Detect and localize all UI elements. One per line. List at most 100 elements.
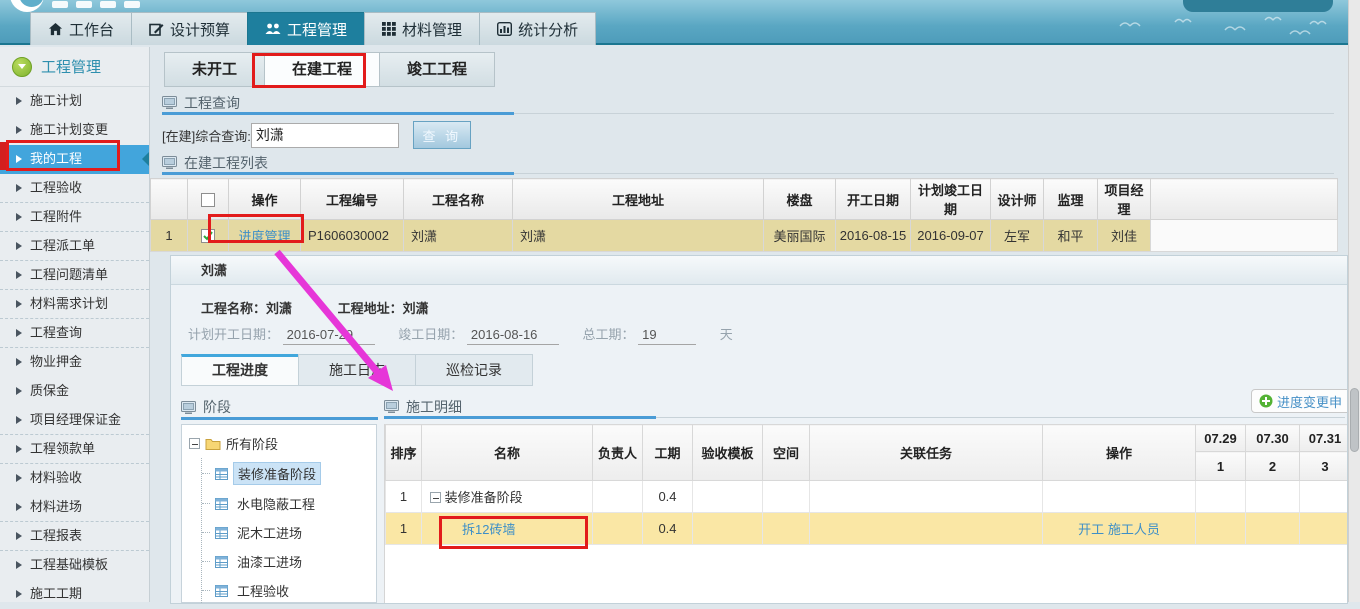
project-dates-line: 计划开工日期： 2016-07-29 竣工日期： 2016-08-16 总工期：…	[188, 324, 733, 345]
tree-item-label: 水电隐蔽工程	[233, 493, 319, 514]
row-project-name: 刘潇	[404, 220, 513, 252]
col-project-name: 工程名称	[404, 179, 513, 220]
nav-tab-label: 工程管理	[287, 19, 347, 40]
logo-text-fragment	[100, 1, 116, 8]
top-header-bar: 工作台 设计预算 工程管理 材料管理 统计分析	[0, 0, 1360, 45]
workers-link[interactable]: 施工人员	[1108, 522, 1160, 537]
sidebar-item-project-attachment[interactable]: 工程附件	[0, 203, 149, 232]
cell-day-1	[1196, 481, 1246, 513]
vertical-scrollbar[interactable]	[1348, 0, 1360, 602]
nav-tab-label: 设计预算	[170, 19, 230, 40]
sidebar-item-dispatch-order[interactable]: 工程派工单	[0, 232, 149, 261]
search-row: [在建]综合查询: 查 询	[162, 120, 471, 150]
row-checkbox[interactable]	[201, 229, 215, 243]
sidebar-item-material-acceptance[interactable]: 材料验收	[0, 464, 149, 493]
sidebar-item-material-entry[interactable]: 材料进场	[0, 493, 149, 522]
row-supervisor: 和平	[1044, 220, 1098, 252]
project-addr-value: 刘潇	[403, 301, 429, 316]
col-order: 排序	[386, 425, 422, 481]
section-title: 工程查询	[184, 93, 240, 113]
sidebar-item-material-demand-plan[interactable]: 材料需求计划	[0, 290, 149, 319]
row-select-cell	[188, 220, 229, 252]
table-icon	[215, 498, 228, 510]
nav-tab-workbench[interactable]: 工作台	[30, 12, 131, 45]
tree-item-stage[interactable]: 泥木工进场	[202, 518, 376, 547]
collapse-icon[interactable]	[430, 492, 441, 503]
progress-change-request-button[interactable]: 进度变更申	[1251, 389, 1348, 413]
tab-construction-log[interactable]: 施工日志	[298, 354, 415, 386]
sidebar-item-project-report[interactable]: 工程报表	[0, 522, 149, 551]
col-day-3: 3	[1300, 452, 1349, 481]
tree-item-label: 油漆工进场	[233, 551, 306, 572]
detail-row-task: 1 拆12砖墙 0.4 开工 施工人员	[386, 513, 1349, 545]
col-date-2: 07.30	[1246, 425, 1300, 452]
project-detail-panel: 刘潇 工程名称：刘潇 工程地址：刘潇 计划开工日期： 2016-07-29 竣工…	[170, 255, 1348, 604]
row-estate: 美丽国际	[764, 220, 836, 252]
construction-detail-table: 排序 名称 负责人 工期 验收模板 空间 关联任务 操作 07.29 07.30…	[385, 424, 1348, 545]
tree-item-stage[interactable]: 装修准备阶段	[202, 458, 376, 489]
sidebar-item-construction-duration[interactable]: 施工工期	[0, 580, 149, 609]
sidebar-item-project-query[interactable]: 工程查询	[0, 319, 149, 348]
section-title: 施工明细	[406, 397, 462, 417]
start-work-link[interactable]: 开工	[1078, 522, 1104, 537]
col-plan-finish-date: 计划竣工日期	[911, 179, 991, 220]
table-icon	[215, 585, 228, 597]
nav-tab-project-management[interactable]: 工程管理	[247, 12, 364, 45]
tree-item-stage[interactable]: 油漆工进场	[202, 547, 376, 576]
nav-tab-design-budget[interactable]: 设计预算	[131, 12, 247, 45]
button-label: 进度变更申	[1277, 392, 1342, 411]
sidebar-item-issue-list[interactable]: 工程问题清单	[0, 261, 149, 290]
section-header-stage: 阶段	[181, 396, 378, 418]
sidebar-item-construction-plan[interactable]: 施工计划	[0, 87, 149, 116]
nav-tab-material-management[interactable]: 材料管理	[364, 12, 479, 45]
tab-in-progress[interactable]: 在建工程	[264, 52, 379, 87]
col-name: 名称	[422, 425, 593, 481]
tab-not-started[interactable]: 未开工	[164, 52, 264, 87]
table-icon	[215, 527, 228, 539]
col-duration: 工期	[643, 425, 693, 481]
sidebar-item-pm-deposit[interactable]: 项目经理保证金	[0, 406, 149, 435]
collapse-icon[interactable]	[189, 438, 200, 449]
cell-duration: 0.4	[643, 481, 693, 513]
cell-space	[763, 513, 810, 545]
cell-responsible	[593, 513, 643, 545]
col-date-3: 07.31	[1300, 425, 1349, 452]
detail-tabs: 工程进度 施工日志 巡检记录	[181, 354, 533, 386]
tab-completed[interactable]: 竣工工程	[379, 52, 495, 87]
sidebar-item-project-acceptance[interactable]: 工程验收	[0, 174, 149, 203]
sidebar-item-quality-deposit[interactable]: 质保金	[0, 377, 149, 406]
col-day-1: 1	[1196, 452, 1246, 481]
col-date-1: 07.29	[1196, 425, 1246, 452]
monitor-icon	[162, 96, 177, 109]
tree-item-stage[interactable]: 工程验收	[202, 576, 376, 604]
tab-project-progress[interactable]: 工程进度	[181, 354, 298, 386]
search-button[interactable]: 查 询	[413, 121, 471, 149]
tab-inspection-record[interactable]: 巡检记录	[415, 354, 533, 386]
grid-icon	[382, 22, 396, 36]
duration-label: 总工期：	[583, 327, 635, 342]
detail-panel-title: 刘潇	[171, 256, 1347, 285]
plan-start-value: 2016-07-29	[283, 327, 375, 345]
sidebar-item-payment-order[interactable]: 工程领款单	[0, 435, 149, 464]
progress-management-link[interactable]: 进度管理	[238, 229, 290, 244]
tree-item-stage[interactable]: 水电隐蔽工程	[202, 489, 376, 518]
sidebar-item-base-template[interactable]: 工程基础模板	[0, 551, 149, 580]
scrollbar-thumb[interactable]	[1350, 388, 1359, 452]
nav-tab-statistics[interactable]: 统计分析	[479, 12, 596, 45]
select-all-checkbox[interactable]	[201, 193, 215, 207]
sidebar-item-my-projects[interactable]: 我的工程	[0, 145, 149, 174]
tree-root-label: 所有阶段	[226, 434, 278, 453]
cell-day-2	[1246, 513, 1300, 545]
cell-template	[693, 513, 763, 545]
sidebar-item-plan-change[interactable]: 施工计划变更	[0, 116, 149, 145]
cell-day-3	[1300, 481, 1349, 513]
section-header-project-list: 在建工程列表	[162, 152, 1334, 174]
tree-root-node[interactable]: 所有阶段	[182, 425, 376, 456]
search-input[interactable]	[251, 123, 399, 148]
sidebar-group-header[interactable]: 工程管理	[0, 47, 149, 87]
task-name-link[interactable]: 拆12砖墙	[430, 519, 515, 538]
sidebar-item-property-deposit[interactable]: 物业押金	[0, 348, 149, 377]
finish-value: 2016-08-16	[467, 327, 559, 345]
table-row: 1 进度管理 P1606030002 刘潇 刘潇 美丽国际 2016-08-15…	[151, 220, 1338, 252]
col-start-date: 开工日期	[836, 179, 911, 220]
